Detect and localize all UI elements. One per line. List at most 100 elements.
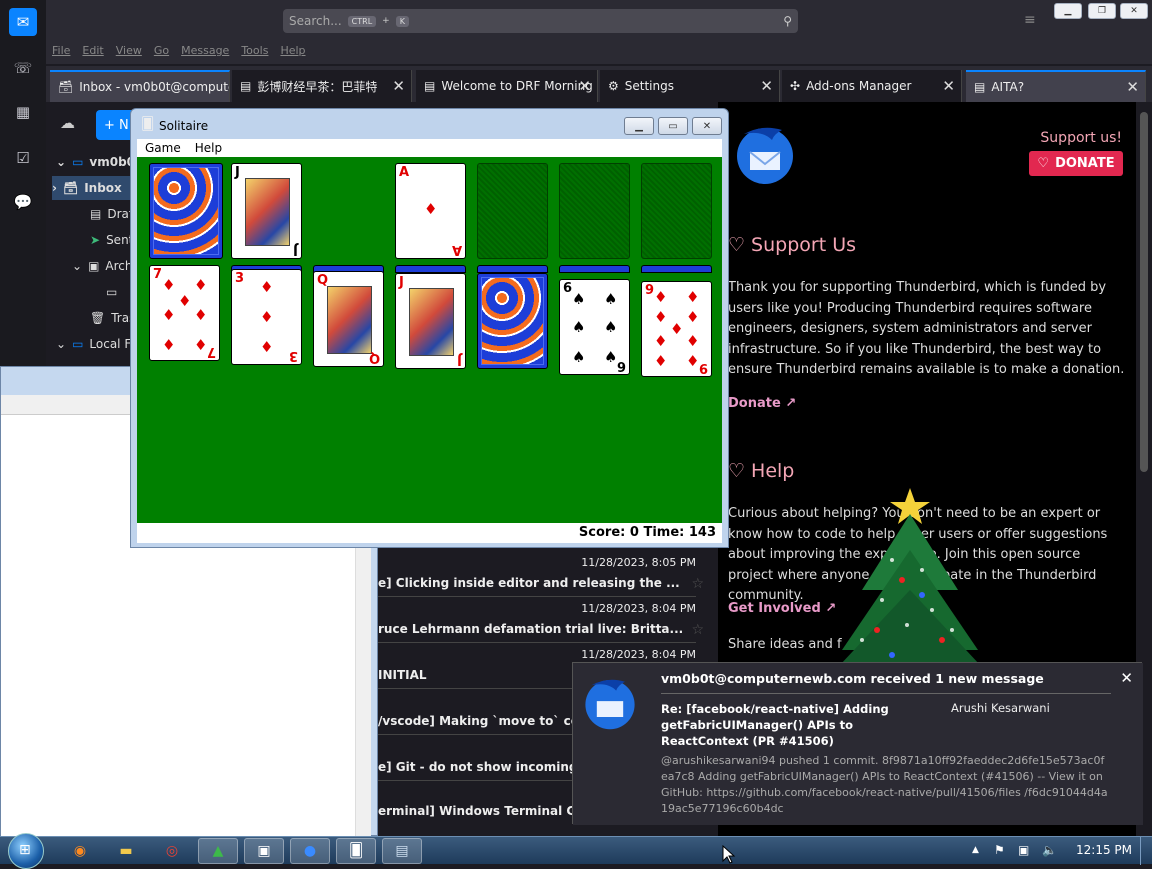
tab-label: Settings — [624, 79, 674, 93]
foundation-ace-diamonds[interactable]: A ♦ A — [395, 163, 466, 259]
spade-icon: ♠ — [572, 318, 586, 336]
card-rank: 7 — [206, 344, 216, 359]
flag-icon[interactable]: ⚑ — [994, 843, 1005, 857]
maximize-button[interactable]: ❐ — [1088, 3, 1116, 19]
folder-sub[interactable]: ▭ — [106, 280, 123, 304]
tableau-card[interactable]: 3 ♦ ♦ ♦ 3 — [231, 269, 302, 365]
tab-settings[interactable]: ⚙ Settings ✕ — [600, 70, 780, 102]
close-icon[interactable]: ✕ — [578, 77, 591, 95]
clock[interactable]: 12:15 PM — [1076, 843, 1132, 857]
close-icon[interactable]: ✕ — [1126, 78, 1139, 96]
tab-bloomberg[interactable]: ▤ 彭博财经早茶：巴菲特 ✕ — [232, 70, 412, 102]
close-icon[interactable]: ✕ — [760, 77, 773, 95]
message-date: 11/28/2023, 8:04 PM — [581, 648, 696, 661]
get-messages-icon[interactable]: ☁ — [60, 114, 75, 132]
folder-inbox[interactable]: › 🗃 Inbox — [52, 176, 132, 200]
calendar-icon[interactable]: ▦ — [9, 98, 37, 126]
star-icon[interactable]: ☆ — [691, 622, 704, 638]
folder-pane: ☁ + N ⌄▭vm0b0t ›🗃Inbox ▤Drafts ➤Sent ⌄▣A… — [46, 102, 168, 368]
heart-icon: ♡ — [728, 234, 746, 256]
solitaire-icon[interactable]: 🂠 — [336, 838, 376, 864]
donate-button[interactable]: ♡ DONATE — [1029, 151, 1123, 176]
folder-label: Inbox — [84, 181, 122, 195]
network-icon[interactable]: ▣ — [244, 838, 284, 864]
tab-label: Inbox - vm0b0t@computernewb.com — [79, 80, 229, 94]
stock-pile[interactable] — [149, 163, 223, 259]
notepad-icon[interactable]: ▤ — [382, 838, 422, 864]
sent-icon: ➤ — [90, 233, 101, 247]
close-icon[interactable]: ✕ — [942, 77, 955, 95]
thunderbird-icon — [585, 679, 635, 730]
tab-inbox[interactable]: 🗃 Inbox - vm0b0t@computernewb.com — [50, 70, 230, 102]
search-placeholder: Search... — [289, 14, 342, 28]
tab-drf[interactable]: ▤ Welcome to DRF Morning ✕ — [416, 70, 598, 102]
foundation-slot[interactable] — [559, 163, 630, 259]
support-us-link[interactable]: Support us! — [1040, 130, 1122, 146]
chat-icon[interactable]: 💬 — [9, 188, 37, 216]
support-heading: ♡ Support Us — [728, 234, 856, 256]
maximize-button[interactable]: ▭ — [658, 117, 688, 135]
tableau-card[interactable]: 7 ♦ ♦ ♦ ♦ ♦ ♦ ♦ 7 — [149, 265, 220, 361]
shortcut-k: K — [395, 15, 409, 27]
address-book-icon[interactable]: ☏ — [9, 54, 37, 82]
card-rank: 7 — [153, 267, 163, 282]
diamond-icon: ♦ — [194, 336, 208, 354]
tableau-card[interactable]: Q Q — [313, 271, 384, 367]
show-desktop-button[interactable] — [1140, 837, 1152, 865]
star-icon[interactable]: ☆ — [691, 576, 704, 592]
menu-help[interactable]: Help — [280, 44, 305, 64]
close-button[interactable]: ✕ — [1120, 3, 1148, 19]
tab-bar: 🗃 Inbox - vm0b0t@computernewb.com ▤ 彭博财经… — [46, 66, 1152, 102]
minimize-button[interactable]: ▁ — [624, 117, 654, 135]
card-rank: J — [235, 165, 240, 180]
close-button[interactable]: ✕ — [692, 117, 722, 135]
tab-addons[interactable]: ✣ Add-ons Manager ✕ — [782, 70, 962, 102]
tableau-card[interactable]: J J — [395, 273, 466, 369]
close-icon[interactable]: ✕ — [1120, 669, 1133, 687]
new-mail-notification[interactable]: vm0b0t@computernewb.com received 1 new m… — [572, 662, 1143, 825]
diamond-icon: ♦ — [162, 276, 176, 294]
tableau-stack-edge — [395, 265, 466, 273]
show-hidden-icons-icon[interactable]: ▲ — [972, 845, 979, 855]
message-date: 11/28/2023, 8:05 PM — [581, 556, 696, 569]
menu-help[interactable]: Help — [195, 141, 222, 155]
foundation-slot[interactable] — [641, 163, 712, 259]
donate-link[interactable]: Donate ↗ — [728, 396, 796, 411]
menu-view[interactable]: View — [116, 44, 142, 64]
tab-aita[interactable]: ▤ AITA? ✕ — [966, 70, 1146, 102]
message-subject: ruce Lehrmann defamation trial live: Bri… — [378, 622, 684, 636]
menu-file[interactable]: File — [52, 44, 70, 64]
network-tray-icon[interactable]: ▣ — [1018, 843, 1029, 857]
doc-icon: ▤ — [240, 79, 252, 93]
waste-card[interactable]: J J — [231, 163, 302, 259]
menu-game[interactable]: Game — [145, 141, 181, 155]
folder-account[interactable]: ⌄ ▭ vm0b0t — [56, 150, 141, 174]
tableau-facedown-card[interactable] — [477, 273, 548, 369]
menu-message[interactable]: Message — [181, 44, 229, 64]
tableau-card[interactable]: 9 ♦ ♦ ♦ ♦ ♦ ♦ ♦ ♦ ♦ 9 — [641, 281, 712, 377]
minimize-button[interactable]: ▁ — [1054, 3, 1082, 19]
thunderbird-icon[interactable]: ● — [290, 838, 330, 864]
hamburger-menu-icon[interactable]: ≡ — [1024, 12, 1036, 28]
close-icon[interactable]: ✕ — [392, 77, 405, 95]
card-rank: A — [451, 242, 462, 257]
get-involved-link[interactable]: Get Involved ↗ — [728, 601, 836, 616]
folder-sent[interactable]: ➤ Sent — [90, 228, 133, 252]
tab-label: Add-ons Manager — [806, 79, 912, 93]
menu-edit[interactable]: Edit — [82, 44, 103, 64]
volume-icon[interactable]: 🔈 — [1042, 843, 1057, 857]
tree-icon[interactable]: ▲ — [198, 838, 238, 864]
mail-icon[interactable]: ✉ — [9, 8, 37, 36]
chrome-icon[interactable]: ◎ — [152, 838, 192, 864]
menu-tools[interactable]: Tools — [241, 44, 268, 64]
firefox-icon[interactable]: ◉ — [60, 838, 100, 864]
explorer-icon[interactable]: ▬ — [106, 838, 146, 864]
gear-icon: ⚙ — [608, 79, 619, 93]
foundation-slot[interactable] — [477, 163, 548, 259]
tableau-card[interactable]: 6 ♠ ♠ ♠ ♠ ♠ ♠ 6 — [559, 279, 630, 375]
diamond-icon: ♦ — [424, 200, 438, 218]
diamond-icon: ♦ — [260, 338, 274, 356]
search-input[interactable]: Search... CTRL + K ⚲ — [283, 9, 798, 33]
tasks-icon[interactable]: ☑ — [9, 144, 37, 172]
menu-go[interactable]: Go — [154, 44, 169, 64]
